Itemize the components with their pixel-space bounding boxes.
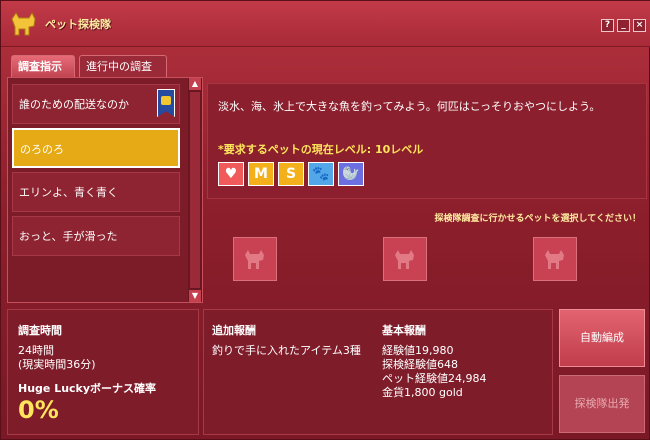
pet-slot[interactable] [233,237,277,281]
help-button[interactable]: ? [601,19,614,32]
list-item-label: のろのろ [20,143,64,156]
list-item-label: エリンよ、青く青く [19,186,118,199]
scroll-thumb[interactable] [190,92,200,288]
extra-reward-label: 追加報酬 [212,324,256,337]
m-badge-icon: M [248,162,274,186]
extra-reward-value: 釣りで手に入れたアイテム3種 [212,344,361,357]
list-item[interactable]: エリンよ、青く青く [12,172,180,212]
list-item[interactable]: 誰のための配送なのか [12,84,180,124]
pet-expedition-window: ペット探検隊 ? _ × 調査指示 進行中の調査 誰のための配送なのか のろのろ… [0,0,650,440]
reward-box: 追加報酬 釣りで手に入れたアイテム3種 基本報酬 経験値19,980 探検経験値… [203,309,553,435]
list-item[interactable]: おっと、手が滑った [12,216,180,256]
close-button[interactable]: × [633,19,646,32]
s-badge-icon: S [278,162,304,186]
scroll-down-icon[interactable]: ▼ [189,290,201,302]
required-level: *要求するペットの現在レベル: 10レベル [218,143,424,156]
minimize-button[interactable]: _ [617,19,630,32]
pet-slot[interactable] [383,237,427,281]
time-label: 調査時間 [18,324,62,337]
list-item[interactable]: のろのろ [12,128,180,168]
depart-button[interactable]: 探検隊出発 [559,375,645,433]
base-reward-line: 金貨1,800 gold [382,386,463,399]
seal-badge-icon: 🦭 [338,162,364,186]
heart-badge-icon: ♥ [218,162,244,186]
real-time-value: (現実時間36分) [18,358,96,371]
list-item-label: 誰のための配送なのか [19,98,129,111]
scrollbar[interactable]: ▲ ▼ [188,78,202,302]
dog-silhouette-icon [545,250,564,269]
scroll-up-icon[interactable]: ▲ [189,78,201,90]
dog-icon [11,11,36,36]
pet-slot[interactable] [533,237,577,281]
ribbon-icon [157,89,175,117]
tab-instructions[interactable]: 調査指示 [11,55,75,77]
list-item-label: おっと、手が滑った [19,230,118,243]
dog-silhouette-icon [395,250,414,269]
window-title: ペット探検隊 [45,18,111,31]
investigation-time-box: 調査時間 24時間 (現実時間36分) Huge Luckyボーナス確率 0% [7,309,199,435]
dog-silhouette-icon [245,250,264,269]
tab-in-progress[interactable]: 進行中の調査 [79,55,167,77]
bonus-value: 0% [18,396,59,424]
mission-detail: 淡水、海、氷上で大きな魚を釣ってみよう。何匹はこっそりおやつにしよう。 *要求す… [207,83,647,199]
auto-assign-button[interactable]: 自動編成 [559,309,645,367]
pet-select-prompt: 探検隊調査に行かせるペットを選択してください！ [434,214,641,224]
title-bar[interactable]: ペット探検隊 ? _ × [1,1,650,47]
bonus-label: Huge Luckyボーナス確率 [18,382,157,395]
base-reward-label: 基本報酬 [382,324,426,337]
mission-list: 誰のための配送なのか のろのろ エリンよ、青く青く おっと、手が滑った ▲ ▼ [7,77,203,303]
paw-badge-icon: 🐾 [308,162,334,186]
mission-description: 淡水、海、氷上で大きな魚を釣ってみよう。何匹はこっそりおやつにしよう。 [218,100,601,113]
